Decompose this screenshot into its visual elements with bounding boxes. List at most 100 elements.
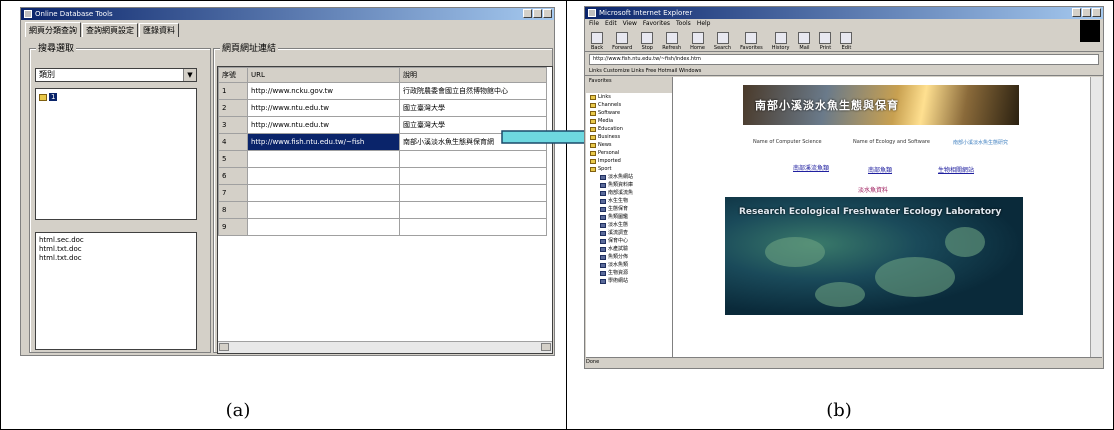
print-button[interactable]: Print xyxy=(819,32,832,51)
sidebar-folder[interactable]: Education xyxy=(586,125,672,133)
sidebar-folder[interactable]: Business xyxy=(586,133,672,141)
sidebar-link[interactable]: 淡水魚類 xyxy=(586,261,672,269)
sidebar-link[interactable]: 學術網站 xyxy=(586,277,672,285)
description-cell[interactable] xyxy=(399,167,547,185)
table-row[interactable]: 2 http://www.ntu.edu.tw 國立臺灣大學 xyxy=(218,99,547,117)
sidebar-folder[interactable]: Sport xyxy=(586,165,672,173)
url-cell[interactable] xyxy=(247,218,400,236)
url-cell[interactable] xyxy=(247,167,400,185)
url-grid[interactable]: 序號 URL 說明 1 http://www.ncku.gov.tw 行政院農委會國… xyxy=(217,66,553,354)
table-row[interactable]: 9 xyxy=(218,218,547,236)
menu-edit[interactable]: Edit xyxy=(605,19,617,29)
scroll-left-button[interactable] xyxy=(219,343,229,351)
sidebar-folder[interactable]: Personal xyxy=(586,149,672,157)
url-cell[interactable] xyxy=(247,201,400,219)
sidebar-link[interactable]: 淡水魚網站 xyxy=(586,173,672,181)
sidebar-link[interactable]: 南部溪流魚 xyxy=(586,189,672,197)
description-cell[interactable] xyxy=(399,201,547,219)
close-button[interactable] xyxy=(1092,8,1101,17)
stop-button[interactable]: Stop xyxy=(641,32,654,51)
table-row-selected[interactable]: 4 http://www.fish.ntu.edu.tw/~fish 南部小溪淡水魚… xyxy=(218,133,547,151)
url-cell[interactable]: http://www.ntu.edu.tw xyxy=(247,99,400,117)
sidebar-link[interactable]: 魚類圖鑑 xyxy=(586,213,672,221)
content-link[interactable]: 淡水魚資料 xyxy=(858,185,888,194)
tab-query[interactable]: 網頁分類查詢 xyxy=(25,22,81,37)
url-cell[interactable] xyxy=(247,184,400,202)
nav-link[interactable]: 南部小溪淡水魚生態研究 xyxy=(953,139,1008,146)
sidebar-folder[interactable]: Software xyxy=(586,109,672,117)
sidebar-link[interactable]: 生態保育 xyxy=(586,205,672,213)
maximize-button[interactable] xyxy=(533,9,542,18)
table-row[interactable]: 6 xyxy=(218,167,547,185)
minimize-button[interactable] xyxy=(1072,8,1081,17)
file-list[interactable]: html.sec.doc html.txt.doc html.txt.doc xyxy=(35,232,197,350)
sidebar-folder[interactable]: News xyxy=(586,141,672,149)
browser-titlebar[interactable]: Microsoft Internet Explorer xyxy=(585,7,1103,19)
close-button[interactable] xyxy=(543,9,552,18)
sidebar-link[interactable]: 生物資源 xyxy=(586,269,672,277)
back-button[interactable]: Back xyxy=(591,32,603,51)
table-row[interactable]: 3 http://www.ntu.edu.tw 國立臺灣大學 xyxy=(218,116,547,134)
edit-button[interactable]: Edit xyxy=(840,32,853,51)
sidebar-link[interactable]: 水生生物 xyxy=(586,197,672,205)
list-item[interactable]: html.txt.doc xyxy=(39,245,193,254)
content-link[interactable]: 南部魚類 xyxy=(868,165,892,174)
minimize-button[interactable] xyxy=(523,9,532,18)
table-row[interactable]: 1 http://www.ncku.gov.tw 行政院農委會國立自然博物館中心 xyxy=(218,82,547,100)
sidebar-folder[interactable]: Links xyxy=(586,93,672,101)
nav-link[interactable]: Name of Ecology and Software xyxy=(853,139,930,145)
url-cell[interactable]: http://www.fish.ntu.edu.tw/~fish xyxy=(247,133,400,151)
horizontal-scrollbar[interactable] xyxy=(218,341,552,353)
sidebar-folder[interactable]: Channels xyxy=(586,101,672,109)
description-cell[interactable]: 國立臺灣大學 xyxy=(399,99,547,117)
tab-records[interactable]: 匯錄資料 xyxy=(139,23,179,37)
column-header-index[interactable]: 序號 xyxy=(218,67,248,83)
sidebar-link[interactable]: 保育中心 xyxy=(586,237,672,245)
sidebar-link[interactable]: 魚類分佈 xyxy=(586,253,672,261)
menu-help[interactable]: Help xyxy=(697,19,711,29)
content-link[interactable]: 生物相關網站 xyxy=(938,165,974,174)
table-row[interactable]: 7 xyxy=(218,184,547,202)
sidebar-link[interactable]: 水產試驗 xyxy=(586,245,672,253)
category-select[interactable]: 類別 ▼ xyxy=(35,68,197,82)
vertical-scrollbar[interactable] xyxy=(1090,77,1102,359)
address-bar[interactable]: http://www.fish.ntu.edu.tw/~fish/index.h… xyxy=(589,54,1099,65)
mail-button[interactable]: Mail xyxy=(798,32,811,51)
category-tree[interactable]: 1 xyxy=(35,88,197,220)
description-cell[interactable] xyxy=(399,218,547,236)
menu-favorites[interactable]: Favorites xyxy=(643,19,670,29)
chevron-down-icon[interactable]: ▼ xyxy=(183,69,196,81)
url-cell[interactable]: http://www.ncku.gov.tw xyxy=(247,82,400,100)
home-button[interactable]: Home xyxy=(690,32,705,51)
menu-view[interactable]: View xyxy=(623,19,637,29)
table-row[interactable]: 5 xyxy=(218,150,547,168)
window-titlebar[interactable]: Online Database Tools xyxy=(21,8,554,20)
menu-tools[interactable]: Tools xyxy=(676,19,691,29)
table-row[interactable]: 8 xyxy=(218,201,547,219)
forward-button[interactable]: Forward xyxy=(612,32,632,51)
links-bar[interactable]: Links Customize Links Free Hotmail Windo… xyxy=(585,67,1103,76)
sidebar-link[interactable]: 溪流調查 xyxy=(586,229,672,237)
tree-node[interactable]: 1 xyxy=(39,93,58,101)
description-cell[interactable]: 行政院農委會國立自然博物館中心 xyxy=(399,82,547,100)
nav-link[interactable]: Name of Computer Science xyxy=(753,139,822,145)
sidebar-link[interactable]: 魚類資料庫 xyxy=(586,181,672,189)
list-item[interactable]: html.sec.doc xyxy=(39,236,193,245)
refresh-button[interactable]: Refresh xyxy=(662,32,681,51)
sidebar-link[interactable]: 淡水生態 xyxy=(586,221,672,229)
description-cell[interactable] xyxy=(399,150,547,168)
history-button[interactable]: History xyxy=(772,32,789,51)
menu-file[interactable]: File xyxy=(589,19,599,29)
column-header-url[interactable]: URL xyxy=(247,67,400,83)
sidebar-folder[interactable]: Imported xyxy=(586,157,672,165)
scroll-right-button[interactable] xyxy=(541,343,551,351)
favorites-button[interactable]: Favorites xyxy=(740,32,763,51)
url-cell[interactable] xyxy=(247,150,400,168)
content-link[interactable]: 南部溪流魚類 xyxy=(793,163,829,172)
column-header-description[interactable]: 說明 xyxy=(399,67,547,83)
tab-settings[interactable]: 查詢網頁設定 xyxy=(82,23,138,37)
sidebar-folder[interactable]: Media xyxy=(586,117,672,125)
list-item[interactable]: html.txt.doc xyxy=(39,254,193,263)
url-cell[interactable]: http://www.ntu.edu.tw xyxy=(247,116,400,134)
description-cell[interactable] xyxy=(399,184,547,202)
